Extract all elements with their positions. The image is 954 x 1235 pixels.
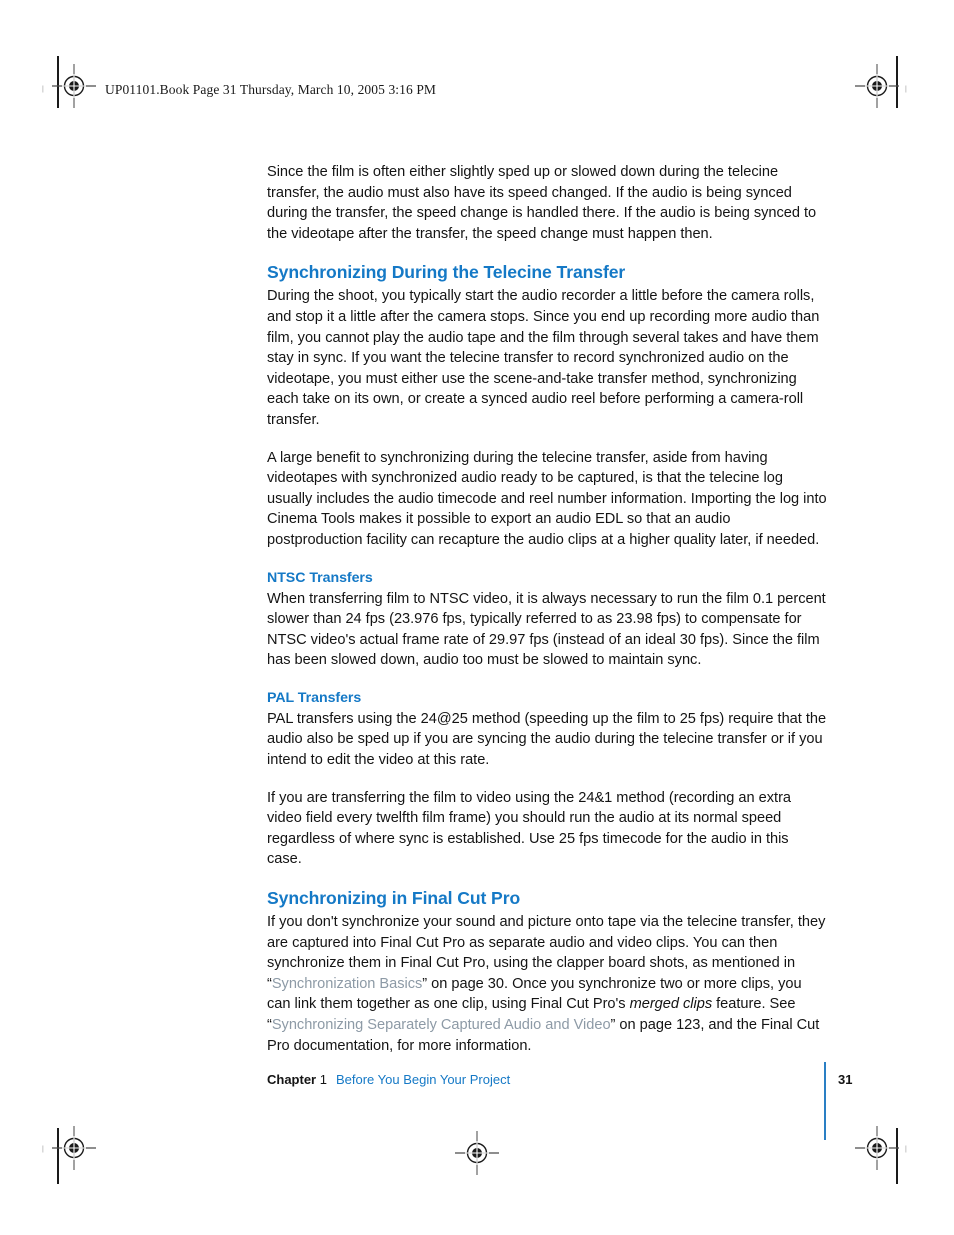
footer-chapter-word: Chapter — [267, 1072, 317, 1087]
section-heading-telecine-transfer: Synchronizing During the Telecine Transf… — [267, 262, 626, 283]
pal-paragraph-1: PAL transfers using the 24@25 method (sp… — [267, 710, 827, 769]
book-file-header: UP01101.Book Page 31 Thursday, March 10,… — [105, 82, 437, 97]
intro-paragraph: Since the film is often either slightly … — [267, 164, 817, 242]
section2-paragraph: If you don't synchronize your sound and … — [267, 912, 827, 1056]
page-footer: Chapter 1 Before You Begin Your Project — [267, 1071, 827, 1089]
registration-mark-icon — [855, 64, 899, 108]
registration-mark-icon — [52, 64, 96, 108]
pal-paragraph-2: If you are transferring the film to vide… — [267, 789, 792, 868]
sub-heading-ntsc-transfers: NTSC Transfers — [267, 569, 373, 586]
registration-mark-icon — [455, 1131, 499, 1175]
registration-mark-icon — [855, 1126, 899, 1170]
emphasis-merged-clips: merged clips — [629, 996, 713, 1013]
crop-tick-top-right: | — [905, 86, 907, 93]
section1-paragraph-2: A large benefit to synchronizing during … — [267, 449, 827, 548]
cross-reference-synchronizing-separately-captured-audio-and-video[interactable]: Synchronizing Separately Captured Audio … — [272, 1017, 611, 1033]
footer-divider-rule — [824, 1062, 826, 1140]
page-content: Since the film is often either slightly … — [267, 162, 827, 1056]
crop-tick-top-left: | — [42, 86, 44, 93]
registration-mark-icon — [52, 1126, 96, 1170]
crop-tick-bottom-right: | — [905, 1146, 907, 1153]
footer-chapter-title-link[interactable]: Before You Begin Your Project — [336, 1072, 510, 1087]
cross-reference-synchronization-basics[interactable]: Synchronization Basics — [272, 976, 422, 992]
sub-heading-pal-transfers: PAL Transfers — [267, 689, 362, 706]
page-number: 31 — [838, 1072, 853, 1087]
footer-chapter-number: 1 — [319, 1072, 327, 1087]
section1-paragraph-1: During the shoot, you typically start th… — [267, 288, 820, 428]
section-heading-final-cut-pro: Synchronizing in Final Cut Pro — [267, 888, 521, 909]
crop-tick-bottom-left: | — [42, 1146, 44, 1153]
ntsc-paragraph: When transferring film to NTSC video, it… — [267, 590, 826, 669]
